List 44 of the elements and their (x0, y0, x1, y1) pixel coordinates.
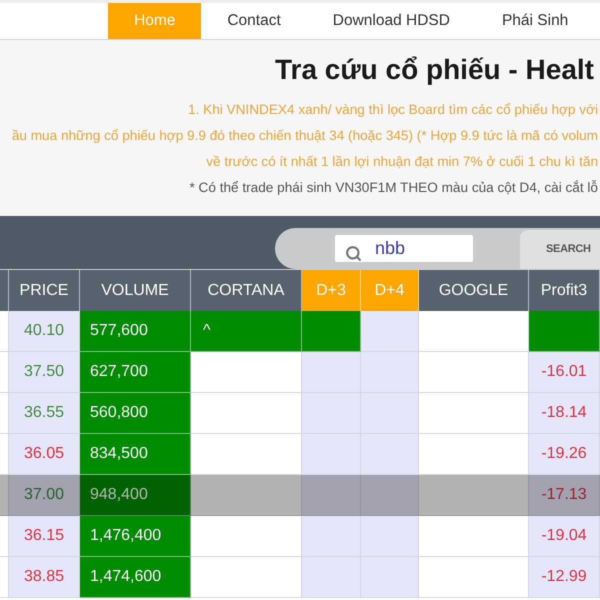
table-cell: 948,400 (80, 475, 191, 516)
search-field[interactable]: nbb (335, 235, 473, 262)
table-cell (0, 393, 9, 434)
table-cell: -19.26 (529, 434, 600, 475)
table-cell: 1,476,400 (80, 516, 191, 557)
table-cell: 1,474,600 (80, 557, 191, 598)
table-cell: -17.13 (529, 475, 600, 516)
table-cell: -18.14 (529, 393, 600, 434)
note-text: 1. Khi VNINDEX4 xanh/ vàng thì lọc Board tìm các cổ phiếu hợp với (188, 101, 599, 119)
table-row[interactable]: 37.00 948,400 -17.13 (0, 475, 600, 516)
table-cell (0, 311, 9, 352)
table-cell (0, 475, 9, 516)
table-cell: 40.10 (9, 311, 80, 352)
search-icon (345, 245, 362, 262)
table-cell (0, 516, 9, 557)
note-text: ầu mua những cổ phiếu hợp 9.9 đó theo chiến thuật 34 (hoặc 345) (* Hợp 9.9 tức là mã có volum (12, 127, 599, 145)
table-row[interactable]: 36.55 560,800 -18.14 (0, 393, 600, 434)
page-title: Tra cứu cổ phiếu - Healt (274, 53, 595, 86)
column-header: D+3 (302, 270, 361, 311)
table-row[interactable]: 38.85 1,474,600 -12.99 (0, 557, 600, 598)
table-row[interactable]: 36.05 834,500 -19.26 (0, 434, 600, 475)
table-cell: 627,700 (80, 352, 191, 393)
table-cell: -19.04 (529, 516, 600, 557)
table-cell (0, 434, 9, 475)
table-cell: 37.50 (9, 352, 80, 393)
table-cell: 37.00 (9, 475, 80, 516)
table-cell: 36.05 (9, 434, 80, 475)
table-cell: ^ (191, 311, 302, 352)
note-text: * Có thể trade phái sinh VN30F1M THEO màu của cột D4, cài cắt lỗ (189, 179, 599, 197)
table-row[interactable]: 40.10 577,600 ^ (0, 311, 600, 352)
table-row[interactable]: 36.15 1,476,400 -19.04 (0, 516, 600, 557)
table-cell: -12.99 (529, 557, 600, 598)
column-header: D+4 (361, 270, 419, 311)
table-cell (0, 352, 9, 393)
table-cell: -16.01 (529, 352, 600, 393)
table-row[interactable]: 37.50 627,700 -16.01 (0, 352, 600, 393)
search-button[interactable]: SEARCH (520, 230, 600, 269)
table-cell: 577,600 (80, 311, 191, 352)
note-text: về trước có ít nhất 1 lần lợi nhuận đạt min 7% ở cuối 1 chu kì tăn (206, 153, 599, 171)
table-cell: 36.15 (9, 516, 80, 557)
table-cell: 36.55 (9, 393, 80, 434)
table-cell: 560,800 (80, 393, 191, 434)
table-cell: 834,500 (80, 434, 191, 475)
table-cell: 38.85 (9, 557, 80, 598)
